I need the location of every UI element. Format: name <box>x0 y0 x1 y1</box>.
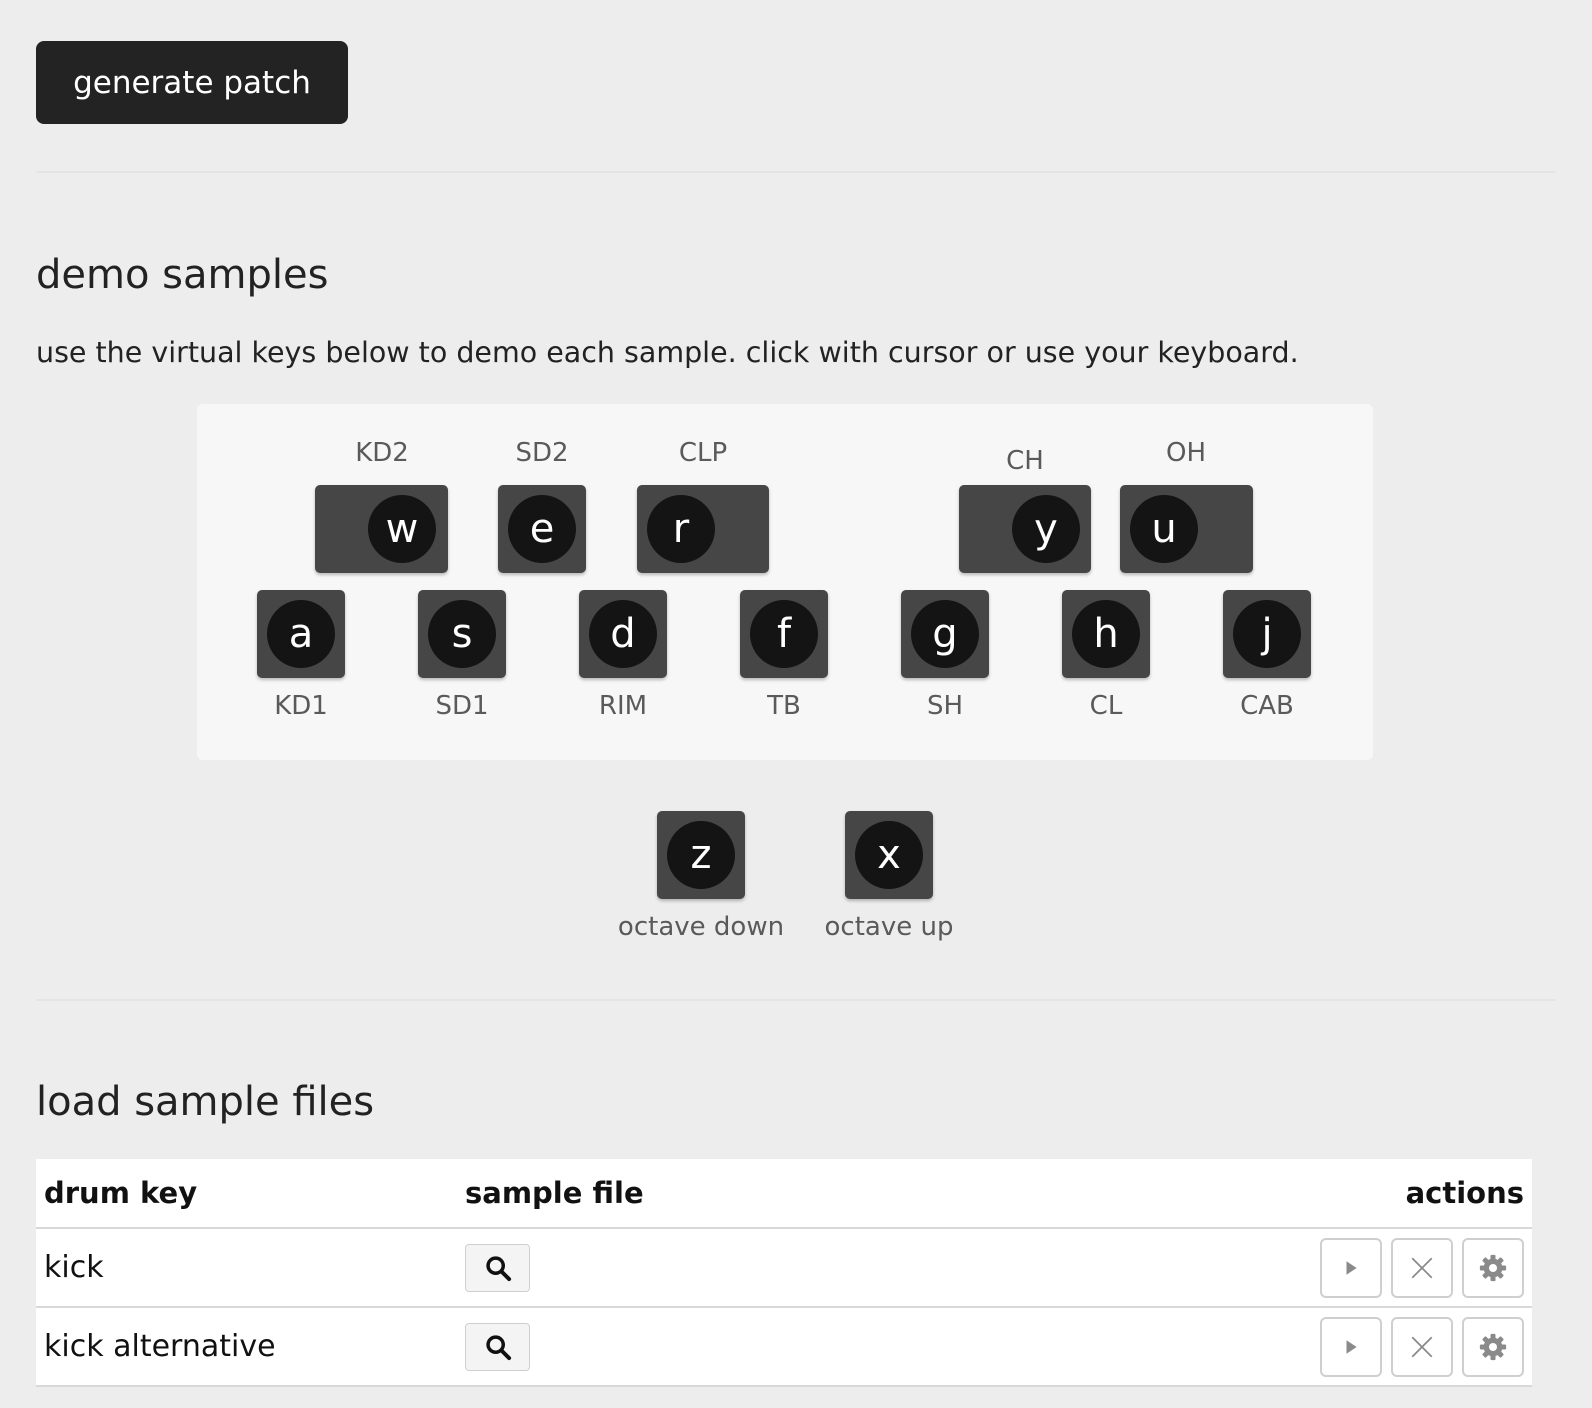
sample-file-cell <box>457 1307 1292 1387</box>
key-e[interactable]: e <box>498 485 586 573</box>
gear-icon <box>1479 1254 1507 1281</box>
sample-settings-button[interactable] <box>1462 1316 1524 1377</box>
demo-description: use the virtual keys below to demo each … <box>36 336 1299 369</box>
divider <box>36 171 1556 173</box>
column-header-actions: actions <box>1292 1159 1532 1229</box>
key-label-sd2: SD2 <box>515 438 569 468</box>
clear-sample-button[interactable] <box>1391 1316 1453 1377</box>
divider <box>36 999 1556 1001</box>
key-label-kd2: KD2 <box>355 438 409 468</box>
column-header-sample-file: sample file <box>457 1159 1292 1229</box>
sample-files-table: drum key sample file actions kick kick a… <box>36 1159 1532 1387</box>
key-cap-w: w <box>368 495 436 563</box>
key-octave-up[interactable]: x <box>845 811 933 899</box>
key-label-kd1: KD1 <box>274 691 328 721</box>
play-sample-button[interactable] <box>1320 1237 1382 1298</box>
key-d[interactable]: d <box>579 590 667 678</box>
key-label-sh: SH <box>926 691 964 721</box>
table-header-row: drum key sample file actions <box>36 1159 1532 1229</box>
octave-up-label: octave up <box>824 912 954 942</box>
browse-sample-button[interactable] <box>465 1243 530 1292</box>
key-cap-r: r <box>647 495 715 563</box>
key-cap-z: z <box>667 821 735 889</box>
column-header-drum-key: drum key <box>36 1159 457 1229</box>
browse-sample-button[interactable] <box>465 1322 530 1371</box>
close-icon <box>1411 1336 1433 1357</box>
key-f[interactable]: f <box>740 590 828 678</box>
key-s[interactable]: s <box>418 590 506 678</box>
key-h[interactable]: h <box>1062 590 1150 678</box>
play-icon <box>1346 1260 1357 1275</box>
key-cap-s: s <box>428 600 496 668</box>
demo-samples-heading: demo samples <box>36 252 329 298</box>
key-label-clp: CLP <box>678 438 728 468</box>
key-u[interactable]: u <box>1120 485 1253 573</box>
generate-patch-button[interactable]: generate patch <box>36 41 348 124</box>
key-g[interactable]: g <box>901 590 989 678</box>
key-cap-h: h <box>1072 600 1140 668</box>
key-y[interactable]: y <box>959 485 1091 573</box>
key-label-ch: CH <box>1006 446 1044 476</box>
key-a[interactable]: a <box>257 590 345 678</box>
key-cap-d: d <box>589 600 657 668</box>
key-j[interactable]: j <box>1223 590 1311 678</box>
key-cap-y: y <box>1012 495 1080 563</box>
table-row: kick <box>36 1228 1532 1308</box>
key-label-cl: CL <box>1089 691 1123 721</box>
key-r[interactable]: r <box>637 485 769 573</box>
table-row: kick alternative <box>36 1307 1532 1387</box>
key-cap-e: e <box>508 495 576 563</box>
drum-key-cell: kick <box>36 1228 457 1308</box>
actions-cell <box>1292 1307 1532 1387</box>
key-label-cab: CAB <box>1240 691 1294 721</box>
close-icon <box>1411 1257 1433 1278</box>
play-sample-button[interactable] <box>1320 1316 1382 1377</box>
search-icon <box>485 1334 511 1360</box>
key-cap-u: u <box>1130 495 1198 563</box>
key-octave-down[interactable]: z <box>657 811 745 899</box>
key-label-tb: TB <box>767 691 801 721</box>
clear-sample-button[interactable] <box>1391 1237 1453 1298</box>
key-cap-f: f <box>750 600 818 668</box>
sample-file-cell <box>457 1228 1292 1308</box>
key-label-oh: OH <box>1165 438 1207 468</box>
key-cap-a: a <box>267 600 335 668</box>
key-label-sd1: SD1 <box>435 691 489 721</box>
key-label-rim: RIM <box>598 691 648 721</box>
key-cap-x: x <box>855 821 923 889</box>
actions-cell <box>1292 1228 1532 1308</box>
virtual-keyboard: KD2 SD2 CLP CH OH w e r y u a s d f g h … <box>197 404 1373 760</box>
search-icon <box>485 1255 511 1281</box>
key-cap-j: j <box>1233 600 1301 668</box>
drum-key-cell: kick alternative <box>36 1307 457 1387</box>
octave-down-label: octave down <box>617 912 785 942</box>
load-sample-files-heading: load sample files <box>36 1079 375 1125</box>
play-icon <box>1346 1339 1357 1354</box>
key-cap-g: g <box>911 600 979 668</box>
key-w[interactable]: w <box>315 485 448 573</box>
gear-icon <box>1479 1333 1507 1360</box>
sample-settings-button[interactable] <box>1462 1237 1524 1298</box>
